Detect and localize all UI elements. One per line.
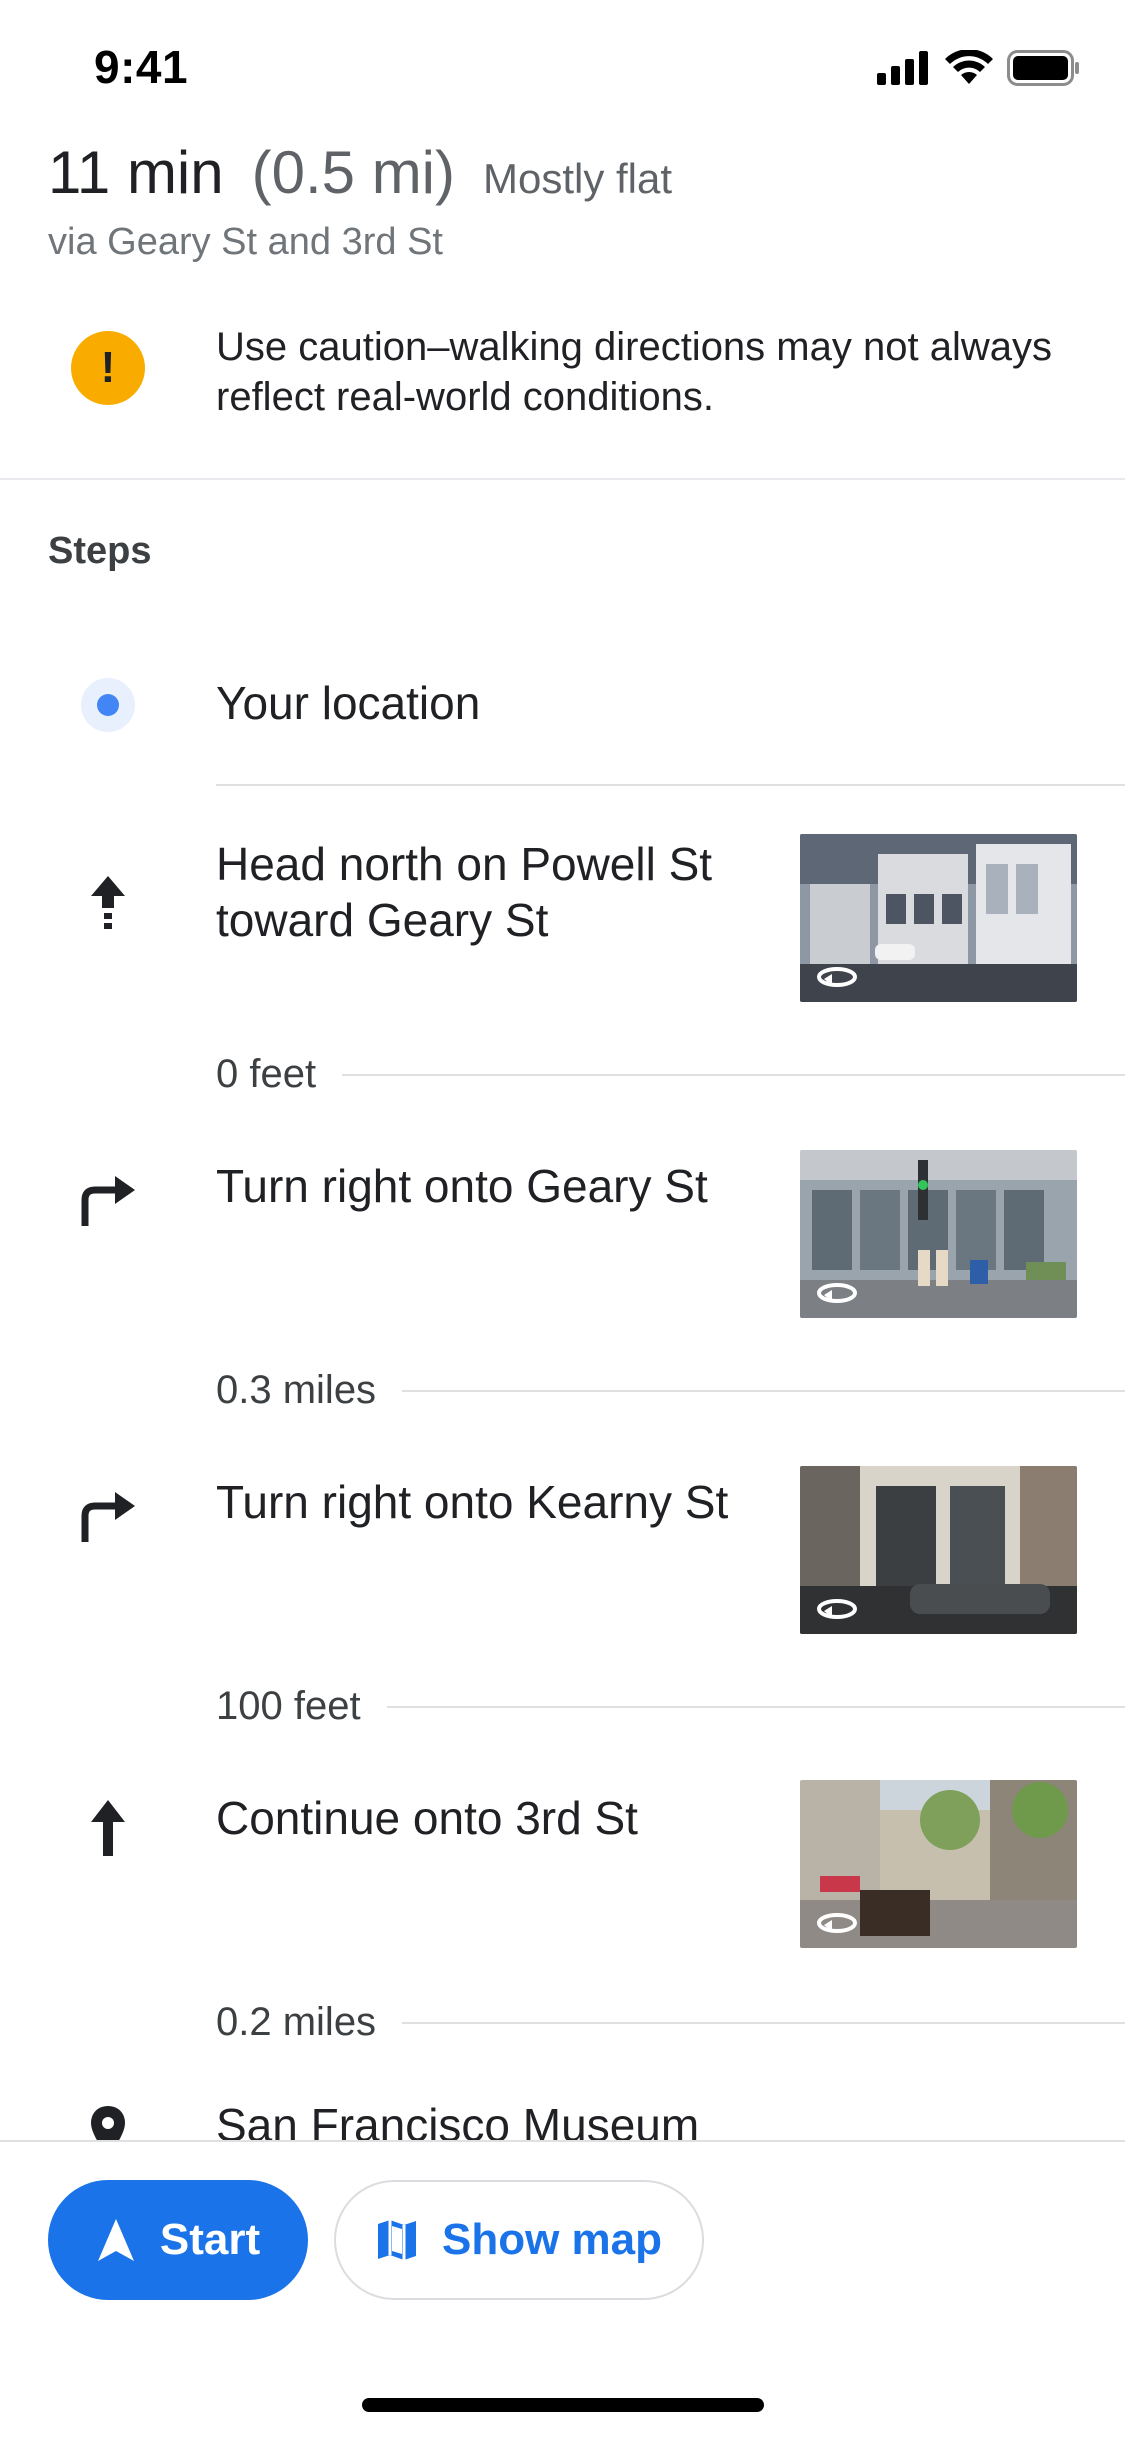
step-distance-row: 100 feet: [216, 1684, 1125, 1729]
section-divider: [0, 478, 1125, 480]
origin-label: Your location: [216, 677, 481, 729]
warning-icon: !: [71, 331, 145, 405]
origin-row[interactable]: Your location: [0, 664, 1125, 786]
step-instruction: Turn right onto Kearny St: [216, 1476, 729, 1528]
divider: [216, 784, 1125, 786]
divider: [402, 1389, 1125, 1392]
location-dot-icon: [81, 678, 135, 732]
navigation-arrow-icon: [97, 2219, 134, 2261]
step-row[interactable]: Turn right onto Geary St: [0, 1148, 1125, 1328]
divider: [386, 1705, 1125, 1708]
street-view-thumbnail[interactable]: [800, 834, 1077, 1002]
arrow-up-icon: [70, 866, 146, 942]
street-view-thumbnail[interactable]: [800, 1150, 1077, 1318]
map-icon: [377, 2220, 416, 2260]
rotate-360-icon: [817, 1283, 857, 1303]
route-duration: 11 min: [48, 139, 224, 206]
home-indicator[interactable]: [362, 2398, 764, 2412]
wifi-icon: [945, 50, 993, 84]
location-pin-icon: [70, 2104, 146, 2140]
rotate-360-icon: [817, 1913, 857, 1933]
caution-warning: ! Use caution–walking directions may not…: [0, 322, 1125, 478]
start-button-label: Start: [159, 2215, 261, 2264]
step-row[interactable]: Head north on Powell St toward Geary St: [0, 832, 1125, 1012]
step-distance: 0 feet: [216, 1052, 317, 1096]
step-row[interactable]: Continue onto 3rd St: [0, 1780, 1125, 1960]
steps-heading: Steps: [48, 530, 152, 572]
status-bar: 9:41: [0, 0, 1125, 132]
destination-label: San Francisco Museum: [216, 2099, 700, 2140]
step-row[interactable]: Turn right onto Kearny St: [0, 1464, 1125, 1644]
rotate-360-icon: [817, 967, 857, 987]
status-time: 9:41: [94, 41, 189, 93]
route-distance: (0.5 mi): [251, 139, 455, 206]
divider: [402, 2021, 1125, 2024]
step-distance-row: 0 feet: [216, 1052, 1125, 1097]
show-map-button-label: Show map: [441, 2215, 663, 2264]
step-distance: 100 feet: [216, 1684, 361, 1728]
route-summary: 11 min (0.5 mi) Mostly flat via Geary St…: [48, 138, 1078, 264]
route-via: via Geary St and 3rd St: [48, 221, 443, 263]
warning-text: Use caution–walking directions may not a…: [216, 325, 1052, 419]
step-distance: 0.3 miles: [216, 1368, 377, 1412]
divider: [342, 1073, 1125, 1076]
bottom-action-bar: Start Show map: [0, 2140, 1125, 2438]
route-terrain: Mostly flat: [483, 155, 673, 202]
arrow-up-icon: [70, 1790, 146, 1866]
show-map-button[interactable]: Show map: [334, 2180, 704, 2300]
turn-right-icon: [70, 1478, 146, 1554]
step-distance-row: 0.3 miles: [216, 1368, 1125, 1413]
street-view-thumbnail[interactable]: [800, 1780, 1077, 1948]
rotate-360-icon: [817, 1599, 857, 1619]
cellular-signal-icon: [877, 51, 928, 85]
battery-icon: [1007, 50, 1079, 86]
step-distance-row: 0.2 miles: [216, 2000, 1125, 2045]
street-view-thumbnail[interactable]: [800, 1466, 1077, 1634]
start-button[interactable]: Start: [48, 2180, 308, 2300]
destination-row[interactable]: San Francisco Museum: [0, 2096, 1125, 2140]
step-distance: 0.2 miles: [216, 2000, 377, 2044]
step-instruction: Continue onto 3rd St: [216, 1792, 638, 1844]
status-icons: [877, 50, 1081, 86]
step-instruction: Head north on Powell St toward Geary St: [216, 838, 713, 946]
step-instruction: Turn right onto Geary St: [216, 1160, 708, 1212]
turn-right-icon: [70, 1162, 146, 1238]
